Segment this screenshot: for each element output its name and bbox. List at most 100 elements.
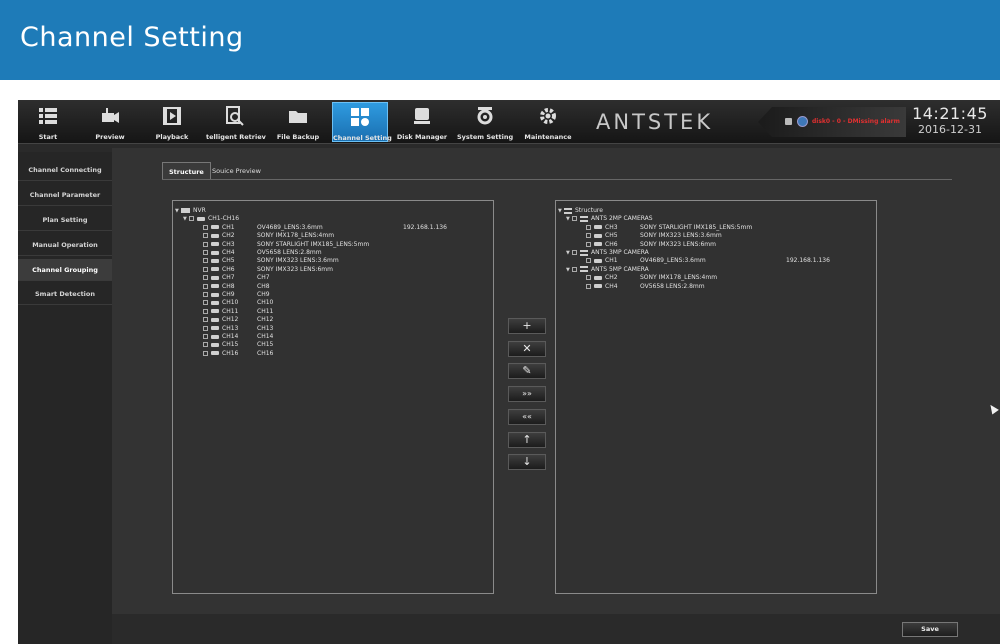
tree-channel-row[interactable]: CH7 CH7 [203, 274, 483, 282]
tree-channel-row[interactable]: CH1 OV4689_LENS:3.6mm 192.168.1.136 [586, 257, 871, 265]
sidebar-item-manual-operation[interactable]: Manual Operation [18, 234, 112, 256]
tree-channel-row[interactable]: CH11 CH11 [203, 308, 483, 316]
checkbox-icon[interactable] [203, 224, 208, 230]
tree-channel-row[interactable]: CH4 OV5658 LENS:2.8mm [203, 249, 483, 257]
checkbox-icon[interactable] [203, 292, 208, 297]
checkbox-icon[interactable] [586, 283, 591, 289]
mouse-cursor-icon [987, 402, 999, 415]
checkbox-icon[interactable] [203, 350, 208, 356]
toolbar-item-playback[interactable]: Playback [144, 102, 200, 142]
toolbar-item-label: System Setting [457, 133, 514, 141]
start-icon [37, 105, 59, 127]
checkbox-icon[interactable] [189, 216, 194, 222]
tree-group[interactable]: ▼ CH1-CH16 [183, 215, 239, 223]
tree-group[interactable]: ▼ ANTS 3MP CAMERA [566, 249, 649, 257]
tree-channel-row[interactable]: CH15 CH15 [203, 341, 483, 349]
tree-channel-row[interactable]: CH9 CH9 [203, 291, 483, 299]
toolbar-item-system-setting[interactable]: System Setting [457, 102, 513, 142]
alarm-text: disk0 - 0 - DMissing alarm [812, 118, 900, 125]
checkbox-icon[interactable] [203, 258, 208, 264]
tree-channel-row[interactable]: CH5 SONY IMX323 LENS:3.6mm [586, 232, 871, 240]
camera-icon [197, 216, 205, 221]
channel-tree-panel[interactable]: ▼ NVR ▼ CH1-CH16 CH1 OV4689_LENS:3.6mm 192.168… [172, 200, 494, 594]
tree-group[interactable]: ▼ ANTS 5MP CAMERA [566, 266, 649, 274]
tree-channel-row[interactable]: CH2 SONY IMX178_LENS:4mm [586, 274, 871, 282]
channel-model: CH14 [257, 333, 274, 340]
sidebar-item-channel-connecting[interactable]: Channel Connecting [18, 159, 112, 181]
sidebar-item-plan-setting[interactable]: Plan Setting [18, 209, 112, 231]
channel-model: SONY IMX178_LENS:4mm [640, 274, 718, 282]
toolbar-item-telligent-retriev[interactable]: telligent Retriev [206, 102, 266, 142]
tree-channel-row[interactable]: CH8 CH8 [203, 283, 483, 291]
tree-root-nvr[interactable]: ▼ NVR [175, 207, 206, 215]
sidebar: Channel Connecting Channel Parameter Plan … [18, 152, 112, 644]
checkbox-icon[interactable] [586, 233, 591, 239]
checkbox-icon[interactable] [203, 342, 208, 348]
checkbox-icon[interactable] [586, 275, 591, 281]
checkbox-icon[interactable] [203, 334, 208, 339]
checkbox-icon[interactable] [203, 308, 208, 314]
toolbar-item-preview[interactable]: Preview [82, 102, 138, 142]
save-button[interactable]: Save [902, 622, 958, 637]
channel-model: CH12 [257, 316, 274, 324]
move-down-button[interactable]: ↓ [508, 454, 546, 471]
checkbox-icon[interactable] [586, 241, 591, 247]
sidebar-item-channel-parameter[interactable]: Channel Parameter [18, 184, 112, 206]
delete-button[interactable]: ✕ [508, 340, 546, 357]
checkbox-icon[interactable] [586, 258, 591, 264]
checkbox-icon[interactable] [203, 266, 208, 272]
tree-channel-row[interactable]: CH3 SONY STARLIGHT IMX185_LENS:5mm [203, 241, 483, 249]
tree-channel-row[interactable]: CH6 SONY IMX323 LENS:6mm [203, 266, 483, 274]
tree-group[interactable]: ▼ ANTS 2MP CAMERAS [566, 215, 653, 223]
move-right-button[interactable]: »» [508, 386, 546, 403]
checkbox-icon[interactable] [203, 317, 208, 323]
checkbox-icon[interactable] [203, 283, 208, 289]
move-left-button[interactable]: «« [508, 408, 546, 425]
checkbox-icon[interactable] [572, 266, 577, 272]
tree-channel-row[interactable]: CH6 SONY IMX323 LENS:6mm [586, 241, 871, 249]
tree-root-structure[interactable]: ▼ Structure [558, 207, 603, 215]
add-button[interactable]: + [508, 318, 546, 334]
channel-model: CH10 [257, 299, 274, 307]
camera-icon [211, 284, 219, 289]
tree-channel-row[interactable]: CH4 OV5658 LENS:2.8mm [586, 283, 871, 291]
tab-divider [162, 179, 952, 180]
sidebar-item-smart-detection[interactable]: Smart Detection [18, 283, 112, 305]
checkbox-icon[interactable] [203, 241, 208, 247]
checkbox-icon[interactable] [203, 275, 208, 281]
clock-time: 14:21:45 [912, 104, 988, 123]
checkbox-icon[interactable] [572, 216, 577, 222]
tree-node-label: CH1-CH16 [208, 215, 240, 223]
checkbox-icon[interactable] [572, 250, 577, 255]
checkbox-icon[interactable] [203, 300, 208, 306]
sidebar-item-channel-grouping[interactable]: Channel Grouping [18, 259, 112, 281]
checkbox-icon[interactable] [203, 250, 208, 255]
tab-source-preview[interactable]: Souice Preview [206, 162, 267, 180]
checkbox-icon[interactable] [203, 233, 208, 239]
alarm-indicator-icon [785, 118, 792, 125]
checkbox-icon[interactable] [586, 224, 591, 230]
toolbar-item-maintenance[interactable]: Maintenance [520, 102, 576, 142]
tree-channel-row[interactable]: CH10 CH10 [203, 299, 483, 307]
page-title: Channel Setting [20, 22, 244, 53]
toolbar-item-disk-manager[interactable]: Disk Manager [394, 102, 450, 142]
toolbar-item-file-backup[interactable]: File Backup [270, 102, 326, 142]
page-banner: Channel Setting [0, 0, 1000, 80]
tree-channel-row[interactable]: CH12 CH12 [203, 316, 483, 324]
channel-model: SONY IMX178_LENS:4mm [257, 232, 335, 240]
checkbox-icon[interactable] [203, 325, 208, 331]
tree-channel-row[interactable]: CH2 SONY IMX178_LENS:4mm [203, 232, 483, 240]
tab-structure[interactable]: Structure [162, 162, 211, 180]
structure-tree-panel[interactable]: ▼ Structure ▼ ANTS 2MP CAMERAS CH3 SONY STARL… [555, 200, 877, 594]
channel-id: CH15 [222, 341, 239, 349]
move-up-button[interactable]: ↑ [508, 431, 546, 448]
toolbar-item-channel-setting[interactable]: Channel Setting [332, 102, 392, 142]
tree-channel-row[interactable]: CH1 OV4689_LENS:3.6mm 192.168.1.136 [203, 224, 483, 232]
tree-channel-row[interactable]: CH3 SONY STARLIGHT IMX185_LENS:5mm [586, 224, 871, 232]
tree-channel-row[interactable]: CH16 CH16 [203, 350, 483, 358]
edit-button[interactable]: ✎ [508, 363, 546, 380]
tree-channel-row[interactable]: CH14 CH14 [203, 333, 483, 341]
tree-channel-row[interactable]: CH13 CH13 [203, 325, 483, 333]
toolbar-item-start[interactable]: Start [20, 102, 76, 142]
tree-channel-row[interactable]: CH5 SONY IMX323 LENS:3.6mm [203, 257, 483, 265]
